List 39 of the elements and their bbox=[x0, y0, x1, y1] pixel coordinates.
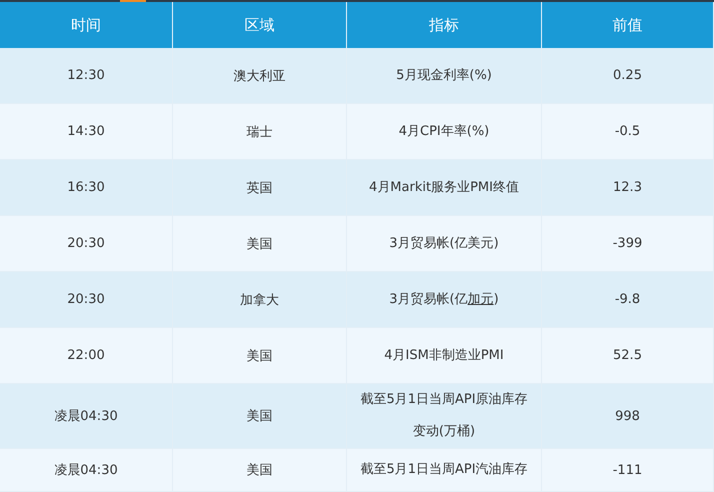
indicator-text: 4月ISM非制造业PMI bbox=[384, 346, 504, 364]
region-cell: 澳大利亚 bbox=[173, 48, 347, 104]
time-cell: 20:30 bbox=[0, 272, 173, 328]
previous-value-cell: -0.5 bbox=[542, 104, 714, 160]
previous-value-cell: 0.25 bbox=[542, 48, 714, 104]
region-cell: 美国 bbox=[173, 328, 347, 384]
region-cell: 美国 bbox=[173, 216, 347, 272]
region-cell: 加拿大 bbox=[173, 272, 347, 328]
indicator-text: 变动(万桶) bbox=[412, 423, 476, 441]
indicator-text: 4月CPI年率(%) bbox=[398, 122, 490, 140]
indicator-link[interactable]: 加元 bbox=[468, 292, 494, 306]
indicator-text: 3月贸易帐(亿加元) bbox=[389, 290, 499, 308]
indicator-text: 5月现金利率(%) bbox=[396, 66, 492, 84]
time-cell: 凌晨04:30 bbox=[0, 449, 173, 492]
previous-value-cell: 52.5 bbox=[542, 328, 714, 384]
time-cell: 12:30 bbox=[0, 48, 173, 104]
time-cell: 22:00 bbox=[0, 328, 173, 384]
column-header: 前值 bbox=[542, 2, 714, 48]
time-cell: 14:30 bbox=[0, 104, 173, 160]
column-header: 时间 bbox=[0, 2, 173, 48]
region-cell: 美国 bbox=[173, 449, 347, 492]
region-cell: 美国 bbox=[173, 384, 347, 449]
previous-value-cell: -9.8 bbox=[542, 272, 714, 328]
previous-value-cell: 12.3 bbox=[542, 160, 714, 216]
indicator-text: 4月Markit服务业PMI终值 bbox=[369, 178, 519, 196]
column-header: 区域 bbox=[173, 2, 347, 48]
region-cell: 英国 bbox=[173, 160, 347, 216]
region-cell: 瑞士 bbox=[173, 104, 347, 160]
time-cell: 16:30 bbox=[0, 160, 173, 216]
time-cell: 凌晨04:30 bbox=[0, 384, 173, 449]
previous-value-cell: -399 bbox=[542, 216, 714, 272]
indicator-text: 3月贸易帐(亿美元) bbox=[389, 234, 499, 252]
indicator-text: 截至5月1日当周API原油库存 bbox=[360, 391, 528, 409]
indicator-text: 截至5月1日当周API汽油库存 bbox=[360, 461, 528, 479]
previous-value-cell: -111 bbox=[542, 449, 714, 492]
column-header: 指标 bbox=[347, 2, 542, 48]
time-cell: 20:30 bbox=[0, 216, 173, 272]
accent-mark bbox=[120, 0, 146, 2]
previous-value-cell: 998 bbox=[542, 384, 714, 449]
